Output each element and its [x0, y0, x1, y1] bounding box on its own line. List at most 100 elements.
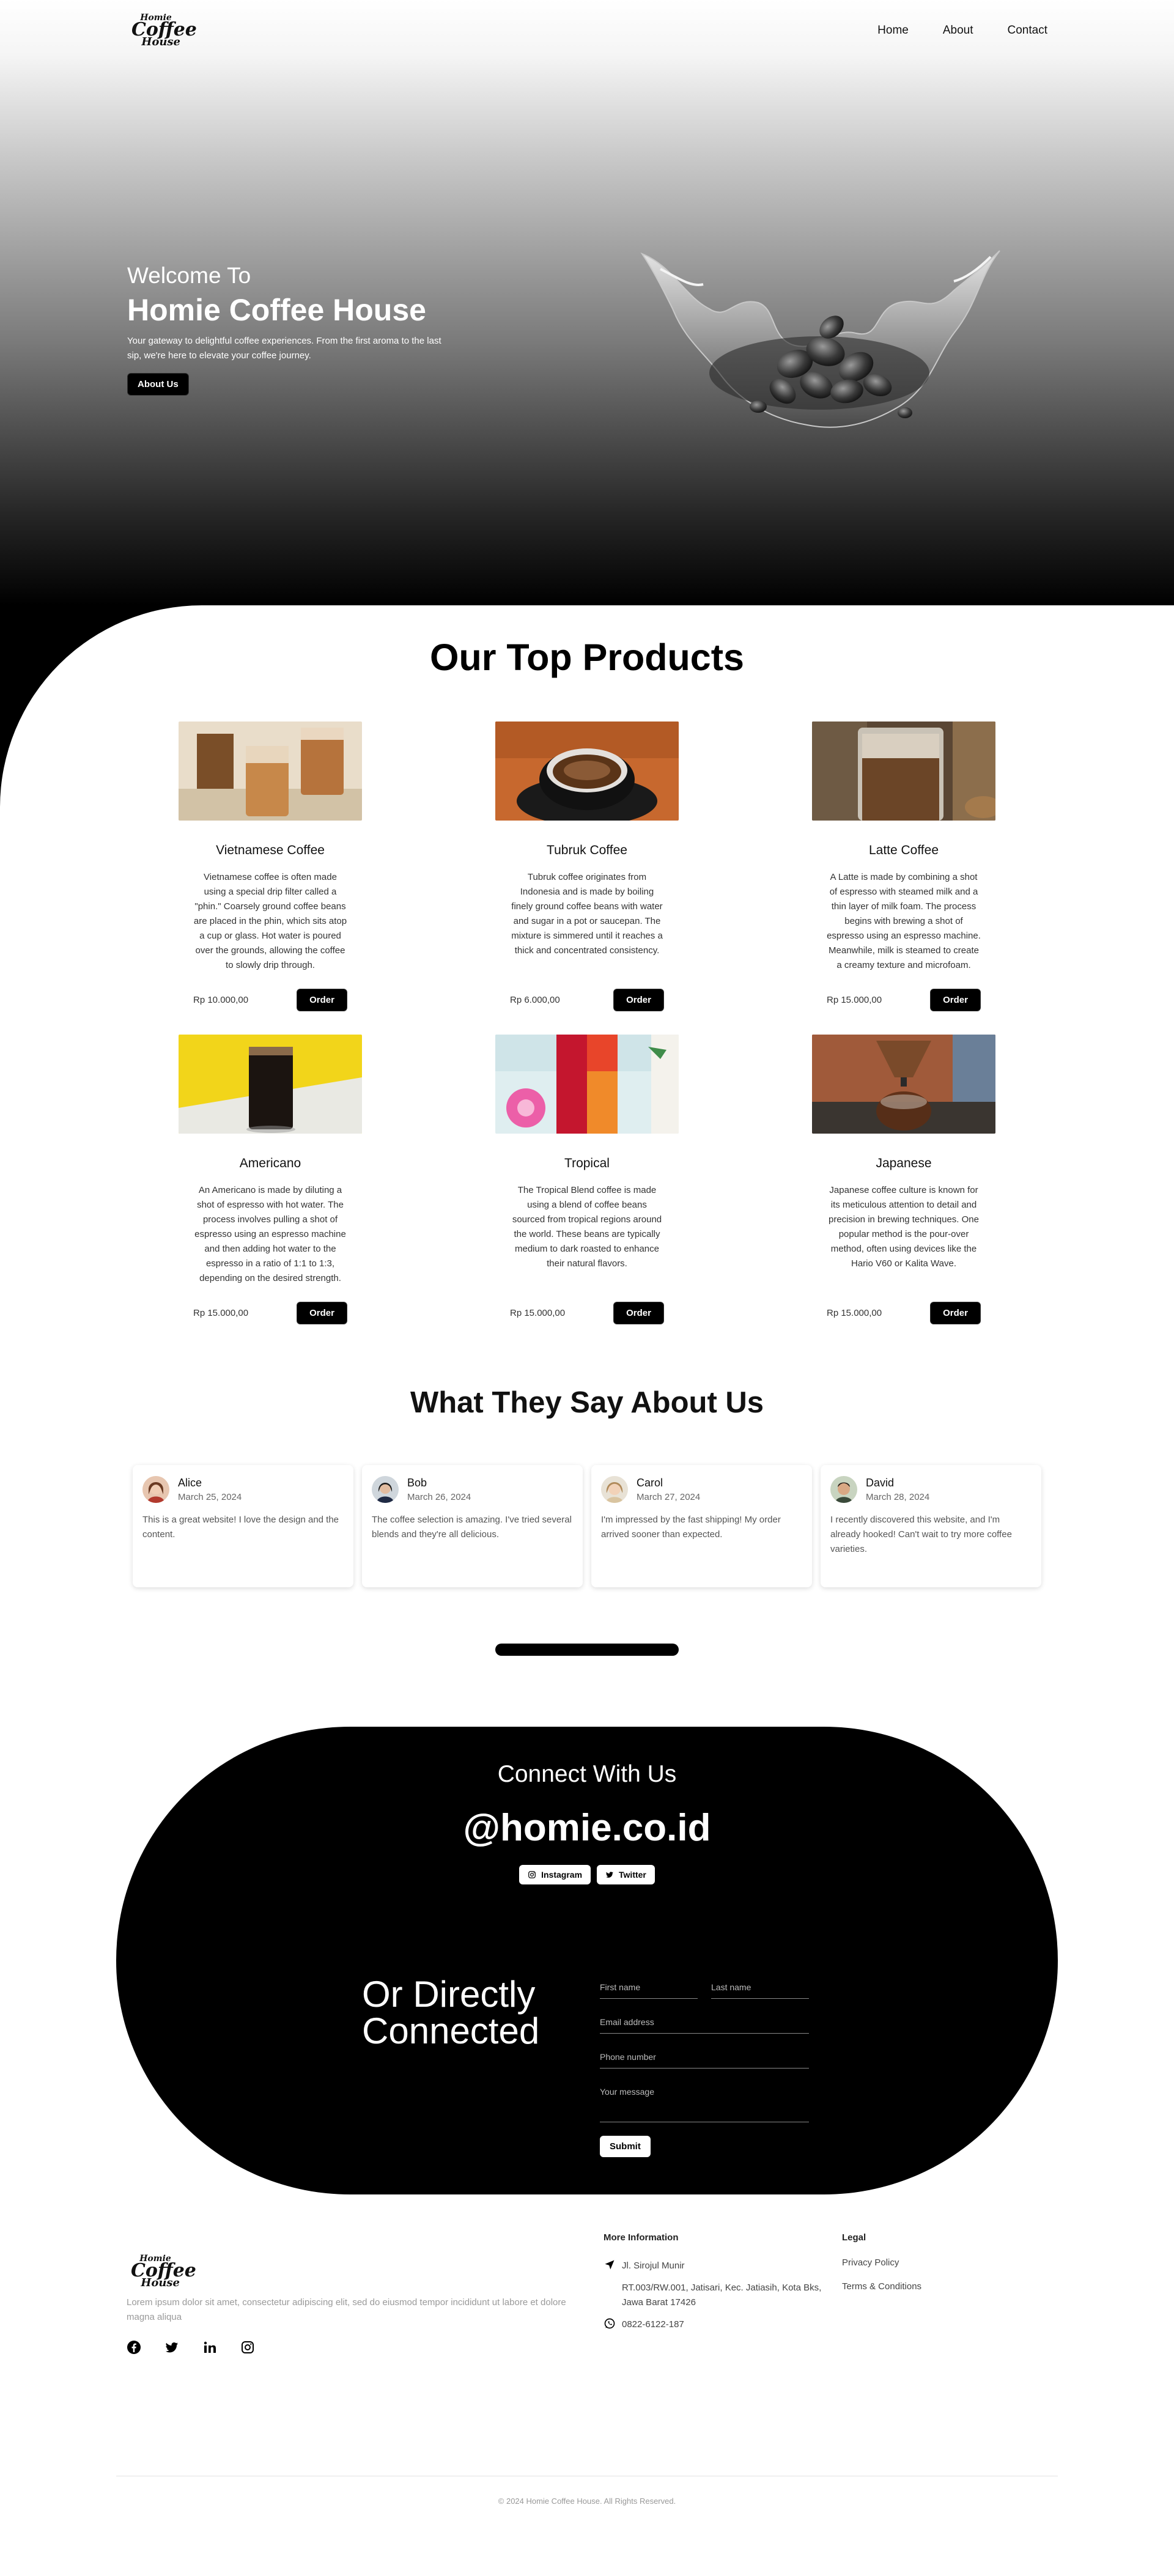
coffee-splash-illustration	[640, 250, 1000, 428]
direct-line-1: Or Directly	[362, 1974, 536, 2015]
terms-link[interactable]: Terms & Conditions	[842, 2281, 921, 2292]
phone-line: 0822-6122-187	[604, 2317, 824, 2332]
twitter-icon[interactable]	[164, 2340, 179, 2355]
nav-link-contact[interactable]: Contact	[1008, 24, 1047, 37]
phone-field[interactable]: Phone number	[600, 2052, 809, 2069]
instagram-icon	[528, 1871, 536, 1878]
order-button[interactable]: Order	[613, 989, 664, 1011]
avatar	[830, 1476, 857, 1503]
connect-title: Connect With Us	[497, 1761, 677, 1787]
legal-heading: Legal	[842, 2232, 866, 2243]
product-price: Rp 10.000,00	[193, 995, 249, 1005]
product-price: Rp 15.000,00	[827, 995, 882, 1005]
instagram-icon[interactable]	[240, 2340, 255, 2355]
contact-form: First name Last name Email address Phone…	[600, 1982, 809, 2157]
nav-link-home[interactable]: Home	[877, 24, 909, 37]
product-description: Vietnamese coffee is often made using a …	[193, 872, 347, 970]
footer-description: Lorem ipsum dolor sit amet, consectetur …	[127, 2297, 566, 2322]
order-button[interactable]: Order	[930, 1302, 981, 1324]
logo[interactable]: Homie Coffee House	[131, 13, 197, 48]
americano-image	[179, 1035, 362, 1134]
submit-button[interactable]: Submit	[600, 2136, 651, 2157]
order-button[interactable]: Order	[297, 989, 347, 1011]
product-price: Rp 15.000,00	[827, 1308, 882, 1318]
last-name-field[interactable]: Last name	[711, 1982, 809, 1999]
review-date: March 26, 2024	[407, 1492, 471, 1502]
whatsapp-icon	[604, 2318, 615, 2329]
product-card: Americano An Americano is made by diluti…	[179, 1035, 362, 1324]
email-field[interactable]: Email address	[600, 2017, 809, 2034]
reviewer-name: Alice	[178, 1477, 202, 1489]
product-price: Rp 15.000,00	[193, 1308, 249, 1318]
reviewer-name: David	[866, 1477, 895, 1489]
footer: Homie Coffee House Lorem ipsum dolor sit…	[0, 2194, 1174, 2525]
product-price: Rp 15.000,00	[510, 1308, 566, 1318]
top-nav: Homie Coffee House Home About Contact	[0, 0, 1174, 61]
product-name: Latte Coffee	[868, 843, 939, 857]
nav-link-about[interactable]: About	[943, 24, 973, 37]
twitter-button[interactable]: Twitter	[597, 1865, 655, 1884]
direct-heading: Or Directly Connected	[362, 1976, 539, 2050]
testimonials-title: What They Say About Us	[410, 1386, 764, 1419]
review-text: I recently discovered this website, and …	[830, 1515, 1012, 1554]
direct-line-2: Connected	[362, 2010, 540, 2051]
products-title: Our Top Products	[430, 637, 744, 678]
product-name: Tubruk Coffee	[547, 843, 627, 857]
twitter-label: Twitter	[619, 1870, 646, 1880]
review-date: March 27, 2024	[637, 1492, 701, 1502]
instagram-button[interactable]: Instagram	[519, 1865, 591, 1884]
hero-text: Welcome To Homie Coffee House Your gatew…	[127, 263, 445, 396]
order-button[interactable]: Order	[930, 989, 981, 1011]
social-handle: @homie.co.id	[463, 1807, 711, 1849]
review-text: This is a great website! I love the desi…	[142, 1515, 339, 1540]
address-line-1: Jl. Sirojul Munir	[604, 2259, 824, 2273]
latte-coffee-image	[812, 722, 1002, 821]
product-grid: Vietnamese Coffee Vietnamese coffee is o…	[0, 722, 1174, 1324]
product-description: Tubruk coffee originates from Indonesia …	[511, 872, 663, 956]
testimonial-card: Bob March 26, 2024 The coffee selection …	[362, 1465, 583, 1587]
hero-section: Welcome To Homie Coffee House Your gatew…	[0, 0, 1174, 605]
product-card: Japanese Japanese coffee culture is know…	[812, 1035, 995, 1324]
testimonial-card: David March 28, 2024 I recently discover…	[821, 1465, 1041, 1587]
testimonial-card: Carol March 27, 2024 I'm impressed by th…	[591, 1465, 812, 1587]
review-text: I'm impressed by the fast shipping! My o…	[601, 1515, 781, 1540]
testimonial-card: Alice March 25, 2024 This is a great web…	[133, 1465, 353, 1587]
product-card: Vietnamese Coffee Vietnamese coffee is o…	[179, 722, 362, 1011]
review-date: March 28, 2024	[866, 1492, 930, 1502]
privacy-policy-link[interactable]: Privacy Policy	[842, 2257, 921, 2268]
about-us-button[interactable]: About Us	[127, 373, 189, 396]
facebook-icon[interactable]	[127, 2340, 141, 2355]
product-description: The Tropical Blend coffee is made using …	[512, 1185, 662, 1269]
hero-title: Homie Coffee House	[127, 293, 426, 327]
divider-pill	[495, 1644, 679, 1656]
product-card: Latte Coffee A Latte is made by combinin…	[812, 722, 1002, 1011]
instagram-label: Instagram	[541, 1870, 583, 1880]
product-description: An Americano is made by diluting a shot …	[194, 1185, 346, 1283]
reviewer-name: Bob	[407, 1477, 427, 1489]
message-field[interactable]: Your message	[600, 2087, 809, 2122]
products-section: Our Top Products Vietnamese Coffee Vietn…	[0, 605, 1174, 2549]
nav-links: Home About Contact	[877, 24, 1047, 37]
linkedin-icon[interactable]	[202, 2340, 217, 2355]
product-card: Tropical The Tropical Blend coffee is ma…	[495, 1035, 679, 1324]
hero-description: Your gateway to delightful coffee experi…	[127, 336, 441, 361]
product-description: A Latte is made by combining a shot of e…	[827, 872, 981, 970]
product-name: Japanese	[876, 1156, 932, 1170]
reviewer-name: Carol	[637, 1477, 663, 1489]
avatar	[372, 1476, 399, 1503]
order-button[interactable]: Order	[613, 1302, 664, 1324]
location-arrow-icon	[605, 2260, 615, 2270]
phone-text: 0822-6122-187	[622, 2319, 684, 2330]
order-button[interactable]: Order	[297, 1302, 347, 1324]
twitter-icon	[606, 1872, 613, 1878]
hero-welcome: Welcome To	[127, 263, 251, 288]
legal-column: Legal Privacy Policy Terms & Conditions	[842, 2232, 921, 2292]
footer-logo[interactable]: Homie Coffee House	[131, 2254, 196, 2289]
review-date: March 25, 2024	[178, 1492, 242, 1502]
copyright: © 2024 Homie Coffee House. All Rights Re…	[498, 2497, 676, 2506]
avatar	[142, 1476, 169, 1503]
first-name-field[interactable]: First name	[600, 1982, 698, 1999]
japanese-coffee-image	[812, 1035, 995, 1134]
address-text-2: RT.003/RW.001, Jatisari, Kec. Jatiasih, …	[622, 2283, 822, 2308]
vietnamese-coffee-image	[179, 722, 362, 821]
